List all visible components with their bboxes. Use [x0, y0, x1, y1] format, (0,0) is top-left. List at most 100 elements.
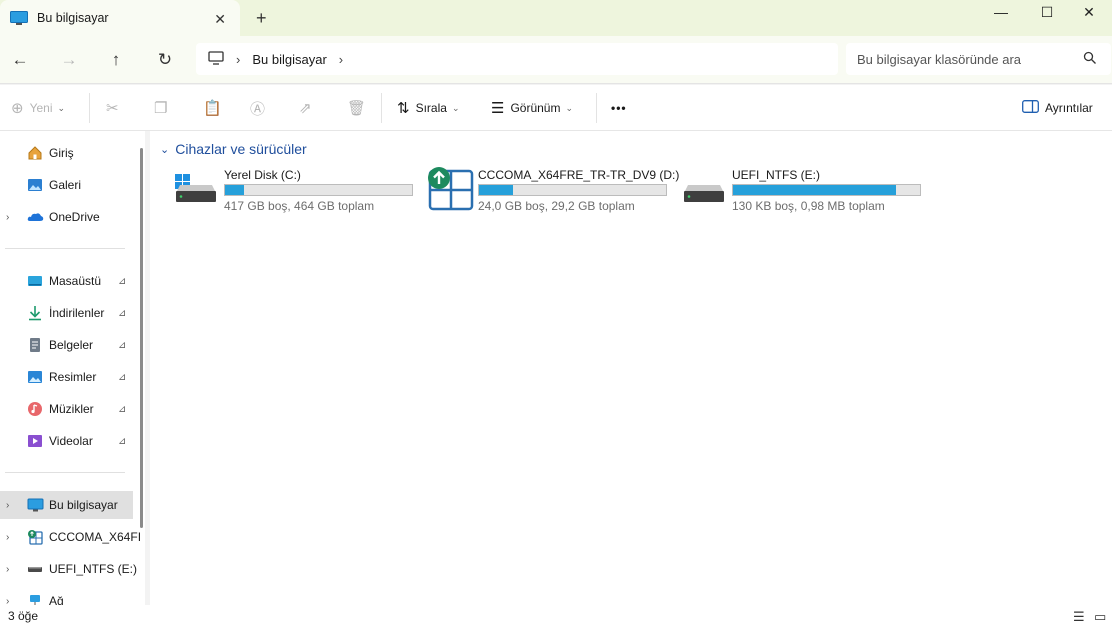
details-view-icon[interactable]: ☰	[1073, 609, 1085, 623]
drive-item-c[interactable]: Yerel Disk (C:) 417 GB boş, 464 GB topla…	[174, 167, 419, 215]
sort-icon: ⇅	[397, 100, 410, 117]
pin-icon[interactable]: ⊿	[118, 340, 126, 351]
cut-button[interactable]: ✂	[106, 97, 125, 119]
search-placeholder: Bu bilgisayar klasöründe ara	[857, 51, 1022, 67]
sidebar-item-uefi-drive[interactable]: › UEFI_NTFS (E:)	[0, 555, 137, 583]
back-button[interactable]: ←	[8, 48, 32, 72]
drive-name: UEFI_NTFS (E:)	[732, 168, 821, 182]
delete-button[interactable]: 🗑	[347, 97, 372, 119]
view-label: Görünüm	[510, 101, 561, 115]
monitor-icon	[208, 50, 224, 68]
pin-icon[interactable]: ⊿	[118, 308, 126, 319]
sidebar-item-gallery[interactable]: Galeri	[0, 171, 133, 199]
pictures-icon	[27, 369, 44, 385]
videos-icon	[27, 433, 44, 449]
pin-icon[interactable]: ⊿	[118, 404, 126, 415]
details-label: Ayrıntılar	[1045, 101, 1093, 115]
details-button[interactable]: Ayrıntılar	[1022, 97, 1093, 119]
pin-icon[interactable]: ⊿	[118, 436, 126, 447]
new-tab-button[interactable]: +	[256, 9, 267, 27]
copy-button[interactable]: ❐	[154, 97, 173, 119]
forward-button[interactable]: →	[57, 48, 81, 72]
sidebar-item-onedrive[interactable]: › OneDrive	[0, 203, 133, 231]
chevron-down-icon: ⌄	[451, 102, 460, 113]
sidebar-item-home[interactable]: Giriş	[0, 139, 133, 167]
toolbar-separator	[596, 93, 597, 123]
up-button[interactable]: ↑	[104, 48, 128, 72]
breadcrumb-item[interactable]: Bu bilgisayar	[252, 52, 326, 67]
navigation-pane: Giriş Galeri › OneDrive Masaüstü ⊿ İndir…	[0, 131, 145, 605]
sidebar-scrollbar[interactable]	[140, 148, 143, 528]
address-row: ← → ↑ ↻ › Bu bilgisayar › Bu bilgisayar …	[0, 36, 1112, 84]
expand-chevron-icon[interactable]: ›	[6, 564, 9, 575]
sort-button[interactable]: ⇅ Sırala ⌄	[397, 97, 459, 119]
drive-size: 24,0 GB boş, 29,2 GB toplam	[478, 199, 635, 213]
pin-icon[interactable]: ⊿	[118, 372, 126, 383]
expand-chevron-icon[interactable]: ›	[6, 212, 9, 223]
refresh-button[interactable]: ↻	[153, 48, 177, 72]
home-icon	[27, 145, 44, 161]
share-button[interactable]: ⇗	[299, 97, 318, 119]
breadcrumb-chevron[interactable]: ›	[236, 52, 240, 67]
title-bar: Bu bilgisayar ✕ + — ☐ ✕	[0, 0, 1112, 36]
tiles-view-icon[interactable]: ▭	[1094, 609, 1106, 623]
gallery-icon	[27, 177, 44, 193]
address-bar[interactable]: › Bu bilgisayar ›	[196, 43, 838, 75]
sidebar-item-downloads[interactable]: İndirilenler ⊿	[0, 299, 133, 327]
setup-drive-icon	[428, 167, 474, 213]
setup-drive-icon	[27, 529, 44, 545]
item-count: 3 öğe	[8, 609, 39, 623]
collapse-chevron-icon: ⌄	[160, 143, 170, 156]
drive-icon	[27, 561, 44, 577]
search-input[interactable]: Bu bilgisayar klasöründe ara	[846, 43, 1111, 75]
sidebar-item-network[interactable]: › Ağ	[0, 587, 133, 605]
copy-icon: ❐	[154, 100, 168, 117]
drive-usage-fill	[479, 185, 513, 195]
share-icon: ⇗	[299, 100, 312, 117]
expand-chevron-icon[interactable]: ›	[6, 596, 9, 606]
drive-item-d[interactable]: CCCOMA_X64FRE_TR-TR_DV9 (D:) 24,0 GB boş…	[428, 167, 679, 215]
close-window-button[interactable]: ✕	[1066, 0, 1112, 24]
expand-chevron-icon[interactable]: ›	[6, 532, 9, 543]
new-button[interactable]: ⊕ Yeni ⌄	[11, 97, 65, 119]
group-header[interactable]: ⌄ Cihazlar ve sürücüler	[160, 141, 307, 157]
tab-close-button[interactable]: ✕	[214, 11, 226, 28]
search-icon[interactable]	[1083, 51, 1097, 68]
rename-icon: Ⓐ	[250, 100, 266, 118]
rename-button[interactable]: Ⓐ	[250, 97, 271, 119]
maximize-button[interactable]: ☐	[1024, 0, 1070, 24]
sidebar-item-documents[interactable]: Belgeler ⊿	[0, 331, 133, 359]
new-label: Yeni	[29, 101, 53, 115]
tab-title: Bu bilgisayar	[37, 11, 109, 25]
tab-bu-bilgisayar[interactable]: Bu bilgisayar ✕	[0, 0, 240, 36]
download-icon	[27, 305, 44, 321]
drive-item-e[interactable]: UEFI_NTFS (E:) 130 KB boş, 0,98 MB topla…	[682, 167, 927, 215]
drive-name: CCCOMA_X64FRE_TR-TR_DV9 (D:)	[478, 168, 680, 182]
sidebar-item-videos[interactable]: Videolar ⊿	[0, 427, 133, 455]
sidebar-item-this-pc[interactable]: › Bu bilgisayar	[0, 491, 133, 519]
paste-button[interactable]: 📋	[203, 97, 228, 119]
expand-chevron-icon[interactable]: ›	[6, 500, 9, 511]
view-icon: ☰	[491, 100, 505, 117]
command-bar: ⊕ Yeni ⌄ ✂ ❐ 📋 Ⓐ ⇗ 🗑 ⇅ Sırala ⌄ ☰ Görünü…	[0, 85, 1112, 131]
sidebar-item-desktop[interactable]: Masaüstü ⊿	[0, 267, 133, 295]
sidebar-item-setup-drive[interactable]: › CCCOMA_X64FI	[0, 523, 141, 551]
computer-icon	[27, 497, 44, 513]
status-bar: 3 öğe ☰ ▭	[0, 605, 1112, 623]
drive-size: 417 GB boş, 464 GB toplam	[224, 199, 375, 213]
onedrive-icon	[27, 209, 44, 225]
pin-icon[interactable]: ⊿	[118, 276, 126, 287]
view-button[interactable]: ☰ Görünüm ⌄	[491, 97, 573, 119]
drive-size: 130 KB boş, 0,98 MB toplam	[732, 199, 885, 213]
drive-usage-bar	[224, 184, 413, 196]
sidebar-divider	[5, 472, 125, 473]
minimize-button[interactable]: —	[978, 0, 1024, 24]
more-options-button[interactable]: •••	[611, 97, 627, 119]
details-pane-icon	[1022, 99, 1039, 117]
music-icon	[27, 401, 44, 417]
sidebar-item-music[interactable]: Müzikler ⊿	[0, 395, 133, 423]
chevron-down-icon: ⌄	[565, 102, 574, 113]
scissors-icon: ✂	[106, 100, 119, 117]
sidebar-item-pictures[interactable]: Resimler ⊿	[0, 363, 133, 391]
breadcrumb-chevron-end[interactable]: ›	[339, 52, 343, 67]
